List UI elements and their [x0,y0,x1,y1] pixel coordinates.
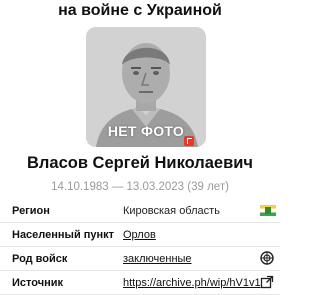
life-dates: 14.10.1983 — 13.03.2023 (39 лет) [51,181,229,193]
detail-row-source: Источник https://archive.ph/wip/hV1v1 [0,271,280,295]
settlement-link[interactable]: Орлов [123,229,156,241]
portrait-photo: НЕТ ФОТО [86,27,206,147]
region-label: Регион [12,205,50,217]
settlement-label: Населенный пункт [12,229,115,241]
report-flag-icon[interactable] [184,136,194,146]
region-flag-icon [260,205,276,216]
detail-row-region: Регион Кировская область [0,199,280,223]
source-label: Источник [12,277,64,289]
service-label: Род войск [12,253,68,265]
page-heading: на войне с Украиной [58,2,222,19]
details-table: Регион Кировская область Населенный пунк… [0,199,280,295]
person-name: Власов Сергей Николаевич [27,154,253,172]
detail-row-service: Род войск заключенные [0,247,280,271]
prisoner-emblem-icon [260,251,274,265]
detail-row-settlement: Населенный пункт Орлов [0,223,280,247]
region-value: Кировская область [123,205,220,217]
service-link[interactable]: заключенные [123,253,192,265]
external-link-icon[interactable] [260,275,274,289]
source-link[interactable]: https://archive.ph/wip/hV1v1 [123,277,261,289]
